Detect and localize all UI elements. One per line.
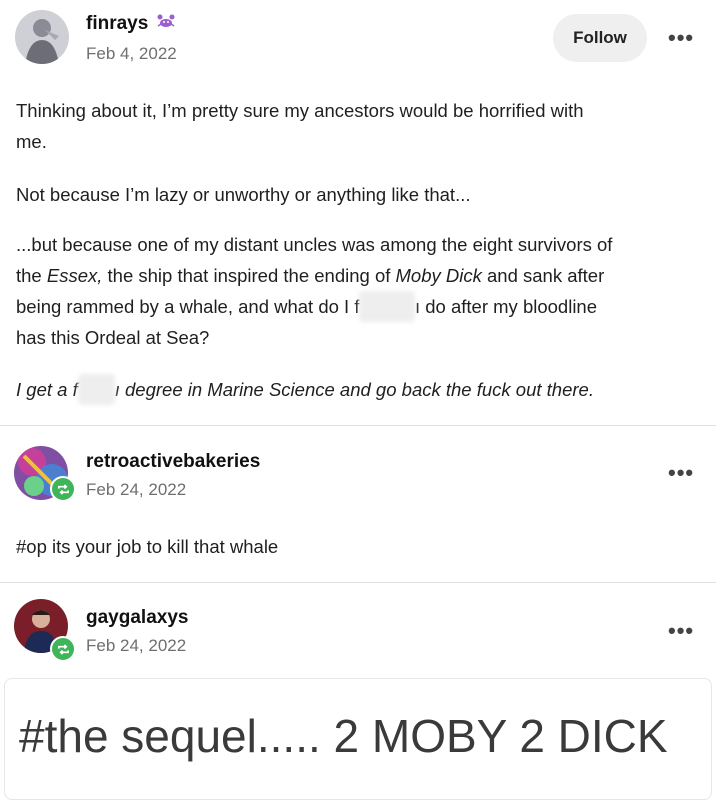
body-text: Thinking about it, I’m pretty sure my an… [16, 100, 584, 121]
body-text: the [16, 265, 47, 286]
censor-blur: xxxxxx [359, 291, 415, 322]
italic-title: Moby Dick [395, 265, 482, 286]
post-tag[interactable]: #op its your job to kill that whale [16, 536, 278, 558]
body-text: ...but because one of my distant uncles … [16, 234, 613, 255]
post-body-paragraph: Not because I’m lazy or unworthy or anyt… [16, 184, 471, 205]
post-body-paragraph: I get a fxxxxı degree in Marine Science … [16, 374, 706, 405]
follow-button[interactable]: Follow [553, 14, 647, 62]
body-text: being rammed by a whale, and what do I f [16, 296, 360, 317]
post-date[interactable]: Feb 4, 2022 [86, 44, 177, 64]
body-text: and sank after [481, 265, 605, 286]
big-tag-box: #the sequel..... 2 MOBY 2 DICK [4, 678, 712, 800]
body-text: me. [16, 131, 47, 152]
post-gaygalaxys: gaygalaxys Feb 24, 2022 ••• [0, 583, 716, 679]
body-text: the ship that inspired the ending of [102, 265, 396, 286]
italic-title: Essex, [46, 265, 103, 286]
reblog-icon [50, 636, 76, 662]
avatar[interactable] [15, 10, 69, 64]
more-options-icon[interactable]: ••• [668, 460, 694, 486]
username[interactable]: finrays [86, 13, 176, 35]
post-body-paragraph: ...but because one of my distant uncles … [16, 229, 706, 353]
body-text: ı do after my bloodline [414, 296, 598, 317]
body-text: has this Ordeal at Sea? [16, 327, 210, 348]
post-big-tag[interactable]: #the sequel..... 2 MOBY 2 DICK [19, 709, 668, 763]
body-text: I get a f [16, 379, 78, 400]
post-date[interactable]: Feb 24, 2022 [86, 480, 186, 500]
post-retroactivebakeries: retroactivebakeries Feb 24, 2022 ••• #op… [0, 426, 716, 582]
post-date[interactable]: Feb 24, 2022 [86, 636, 186, 656]
more-options-icon[interactable]: ••• [668, 618, 694, 644]
more-options-icon[interactable]: ••• [668, 25, 694, 51]
post-finrays: finrays Feb 4, 2022 Follow ••• Thinking … [0, 0, 716, 425]
crab-emoji-icon [156, 13, 176, 35]
username[interactable]: retroactivebakeries [86, 451, 260, 473]
reblog-icon [50, 476, 76, 502]
censor-blur: xxxx [77, 374, 115, 405]
body-text: ı degree in Marine Science and go back t… [114, 379, 594, 400]
username[interactable]: gaygalaxys [86, 607, 188, 629]
post-body-paragraph: Thinking about it, I’m pretty sure my an… [16, 95, 706, 157]
